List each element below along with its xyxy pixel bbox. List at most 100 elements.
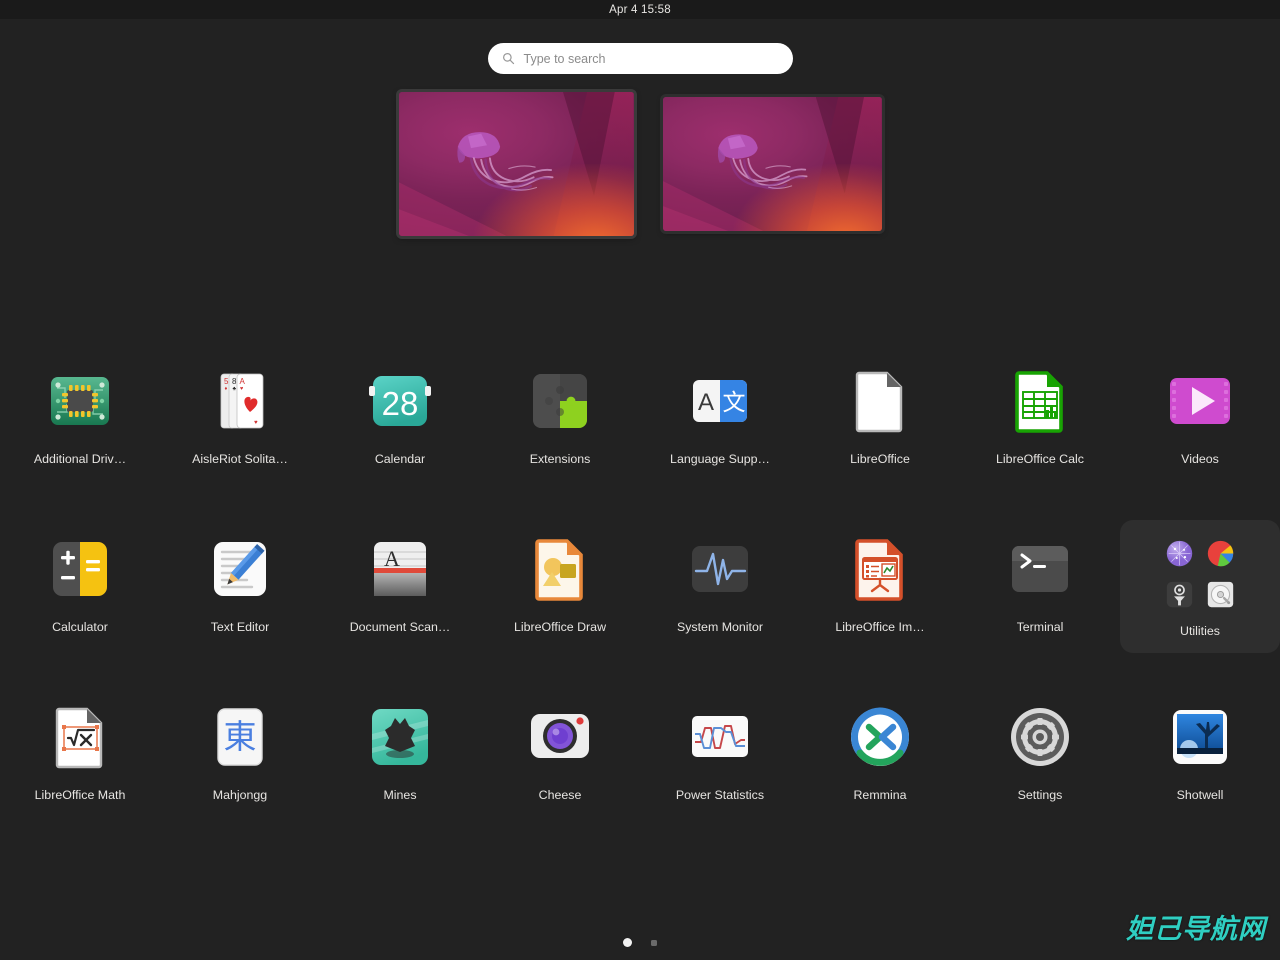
waveform-icon bbox=[683, 532, 757, 606]
app-grid-row: Additional Driv… 5 ♦ 8 ♣ A ♥ ♥ AisleRiot… bbox=[0, 352, 1280, 520]
svg-text:♦: ♦ bbox=[225, 386, 228, 392]
app-extensions[interactable]: Extensions bbox=[480, 352, 640, 520]
pencil-document-icon bbox=[203, 532, 277, 606]
gear-icon bbox=[1003, 700, 1077, 774]
top-bar: Apr 4 15:58 bbox=[0, 0, 1280, 19]
app-label: LibreOffice Draw bbox=[513, 620, 607, 634]
app-text-editor[interactable]: Text Editor bbox=[160, 520, 320, 688]
app-label: Document Scan… bbox=[349, 620, 451, 634]
app-grid-row: Calculator Text Editor A Document Scan… … bbox=[0, 520, 1280, 688]
svg-text:♥: ♥ bbox=[254, 420, 258, 426]
app-libreoffice-calc[interactable]: LibreOffice Calc bbox=[960, 352, 1120, 520]
watermark: 妲己导航网 bbox=[1126, 914, 1266, 945]
calculator-icon bbox=[43, 532, 117, 606]
play-icon bbox=[1163, 364, 1237, 438]
app-label: Language Supp… bbox=[670, 452, 770, 466]
jellyfish-art bbox=[717, 134, 808, 190]
app-shotwell[interactable]: Shotwell bbox=[1120, 688, 1280, 856]
app-label: Videos bbox=[1181, 452, 1219, 466]
app-folder-utilities[interactable]: Utilities bbox=[1120, 520, 1280, 653]
svg-text:♥: ♥ bbox=[240, 386, 243, 392]
app-system-monitor[interactable]: System Monitor bbox=[640, 520, 800, 688]
app-mahjongg[interactable]: 東 Mahjongg bbox=[160, 688, 320, 856]
app-label: Calculator bbox=[52, 620, 108, 634]
svg-text:A: A bbox=[384, 546, 400, 571]
draw-shapes-icon bbox=[523, 532, 597, 606]
scanner-icon: A bbox=[363, 532, 437, 606]
svg-text:文: 文 bbox=[723, 390, 746, 416]
search-input[interactable]: Type to search bbox=[487, 43, 793, 74]
playing-cards-icon: 5 ♦ 8 ♣ A ♥ ♥ bbox=[203, 364, 277, 438]
app-label: LibreOffice bbox=[850, 452, 910, 466]
calendar-icon: 28 bbox=[363, 364, 437, 438]
translate-icon: A 文 bbox=[683, 364, 757, 438]
app-libreoffice-impress[interactable]: LibreOffice Im… bbox=[800, 520, 960, 688]
folder-preview bbox=[1163, 537, 1237, 611]
math-formula-icon bbox=[43, 700, 117, 774]
app-cheese[interactable]: Cheese bbox=[480, 688, 640, 856]
clock[interactable]: Apr 4 15:58 bbox=[609, 4, 671, 16]
app-grid-row: LibreOffice Math 東 Mahjongg Mines Cheese… bbox=[0, 688, 1280, 856]
page-indicator bbox=[0, 938, 1280, 947]
activities-overview: Apr 4 15:58 Type to search Additional Dr… bbox=[0, 0, 1280, 960]
remote-desktop-icon bbox=[843, 700, 917, 774]
app-libreoffice[interactable]: LibreOffice bbox=[800, 352, 960, 520]
terminal-icon bbox=[1003, 532, 1077, 606]
app-power-statistics[interactable]: Power Statistics bbox=[640, 688, 800, 856]
document-icon bbox=[843, 364, 917, 438]
svg-text:28: 28 bbox=[382, 385, 419, 422]
app-label: Mahjongg bbox=[212, 788, 268, 802]
logs-icon bbox=[1167, 581, 1193, 607]
app-label: LibreOffice Calc bbox=[996, 452, 1084, 466]
app-label: LibreOffice Im… bbox=[835, 620, 925, 634]
app-language-support[interactable]: A 文 Language Supp… bbox=[640, 352, 800, 520]
workspace-thumbnail-1[interactable] bbox=[398, 92, 634, 236]
app-label: Calendar bbox=[374, 452, 426, 466]
disks-icon bbox=[1207, 581, 1233, 607]
app-grid: Additional Driv… 5 ♦ 8 ♣ A ♥ ♥ AisleRiot… bbox=[0, 352, 1280, 856]
svg-text:A: A bbox=[240, 377, 246, 386]
app-additional-drivers[interactable]: Additional Driv… bbox=[0, 352, 160, 520]
app-terminal[interactable]: Terminal bbox=[960, 520, 1120, 688]
svg-text:8: 8 bbox=[232, 377, 237, 386]
app-remmina[interactable]: Remmina bbox=[800, 688, 960, 856]
presentation-icon bbox=[843, 532, 917, 606]
search-icon bbox=[502, 53, 514, 65]
app-document-scanner[interactable]: A Document Scan… bbox=[320, 520, 480, 688]
svg-text:5: 5 bbox=[224, 377, 229, 386]
line-graph-icon bbox=[683, 700, 757, 774]
wallpaper-preview bbox=[662, 97, 882, 231]
app-settings[interactable]: Settings bbox=[960, 688, 1120, 856]
app-calculator[interactable]: Calculator bbox=[0, 520, 160, 688]
app-videos[interactable]: Videos bbox=[1120, 352, 1280, 520]
spreadsheet-icon bbox=[1003, 364, 1077, 438]
app-label: Additional Driv… bbox=[33, 452, 127, 466]
jellyfish-art bbox=[457, 131, 554, 192]
photo-tree-icon bbox=[1163, 700, 1237, 774]
workspace-thumbnail-2[interactable] bbox=[662, 97, 882, 231]
app-label: Terminal bbox=[1016, 620, 1064, 634]
app-libreoffice-draw[interactable]: LibreOffice Draw bbox=[480, 520, 640, 688]
mahjong-tile-icon: 東 bbox=[203, 700, 277, 774]
app-label: AisleRiot Solita… bbox=[192, 452, 288, 466]
app-label: Utilities bbox=[1180, 624, 1220, 638]
app-label: Extensions bbox=[529, 452, 591, 466]
app-libreoffice-math[interactable]: LibreOffice Math bbox=[0, 688, 160, 856]
workspace-switcher bbox=[0, 92, 1280, 236]
app-label: Settings bbox=[1017, 788, 1063, 802]
disk-usage-analyzer-icon bbox=[1207, 541, 1233, 567]
app-calendar[interactable]: 28 Calendar bbox=[320, 352, 480, 520]
puzzle-icon bbox=[523, 364, 597, 438]
camera-icon bbox=[523, 700, 597, 774]
app-aisleriot-solitaire[interactable]: 5 ♦ 8 ♣ A ♥ ♥ AisleRiot Solita… bbox=[160, 352, 320, 520]
page-dot-2[interactable] bbox=[651, 939, 657, 946]
wallpaper-preview bbox=[398, 92, 634, 236]
page-dot-1[interactable] bbox=[623, 938, 632, 947]
search-placeholder: Type to search bbox=[523, 51, 606, 66]
app-mines[interactable]: Mines bbox=[320, 688, 480, 856]
characters-icon bbox=[1167, 541, 1193, 567]
app-label: Power Statistics bbox=[675, 788, 765, 802]
svg-text:♣: ♣ bbox=[233, 386, 237, 392]
app-label: System Monitor bbox=[676, 620, 764, 634]
app-label: Remmina bbox=[853, 788, 907, 802]
